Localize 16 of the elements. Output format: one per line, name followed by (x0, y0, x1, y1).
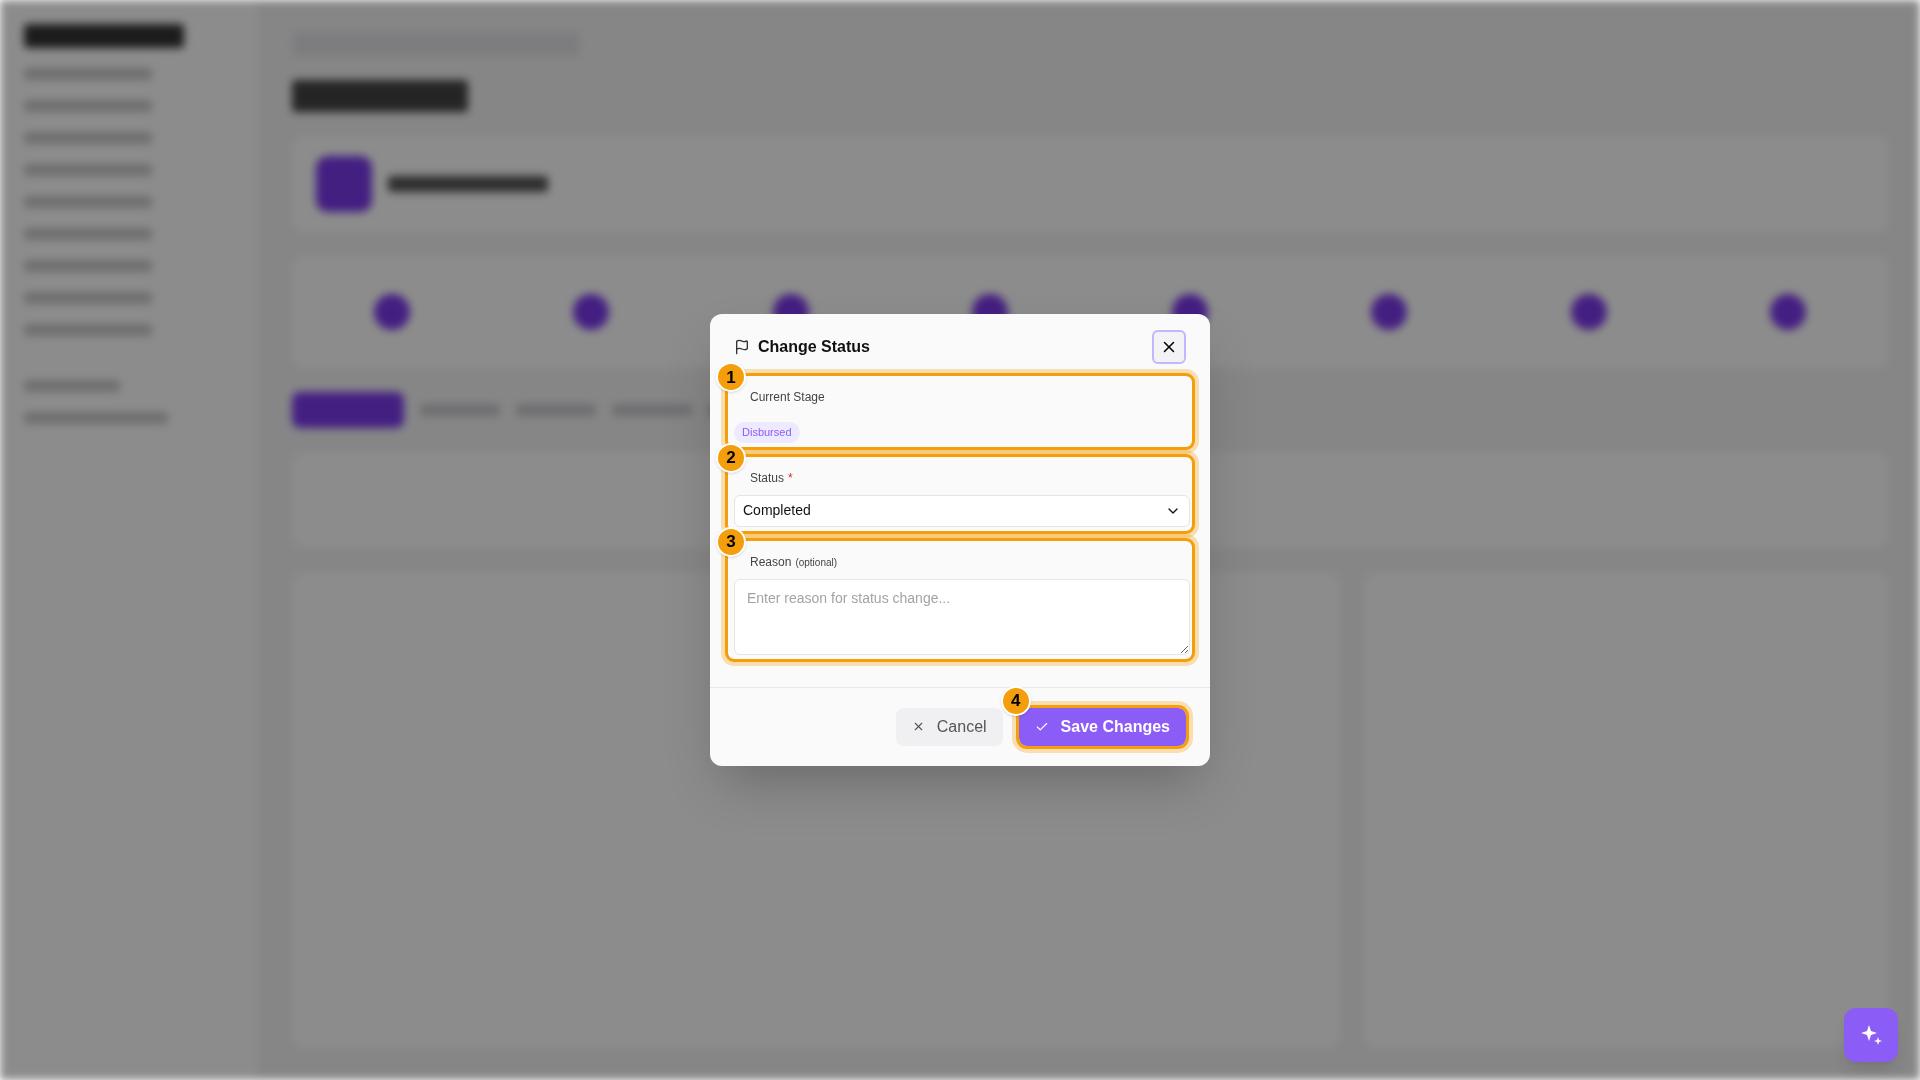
save-button[interactable]: Save Changes (1018, 707, 1186, 746)
close-button[interactable] (1152, 330, 1186, 365)
field-label: Current Stage (750, 389, 825, 407)
callout-badge: 3 (716, 526, 746, 557)
callout-badge: 1 (716, 362, 746, 393)
field-label: Reason (optional) (750, 553, 838, 571)
flag-icon (734, 339, 750, 356)
reason-field[interactable]: Enter reason for status change... (734, 578, 1190, 655)
dialog-title: Change Status (758, 337, 870, 358)
callout-badge: 4 (1000, 685, 1031, 716)
assistant-button[interactable] (1844, 1008, 1898, 1062)
status-select[interactable]: Completed (734, 494, 1190, 527)
field-label: Status * (750, 469, 793, 487)
stage-badge: Disbursed (734, 422, 800, 443)
cancel-button[interactable]: Cancel (895, 707, 1003, 746)
callout-badge: 2 (716, 442, 746, 473)
